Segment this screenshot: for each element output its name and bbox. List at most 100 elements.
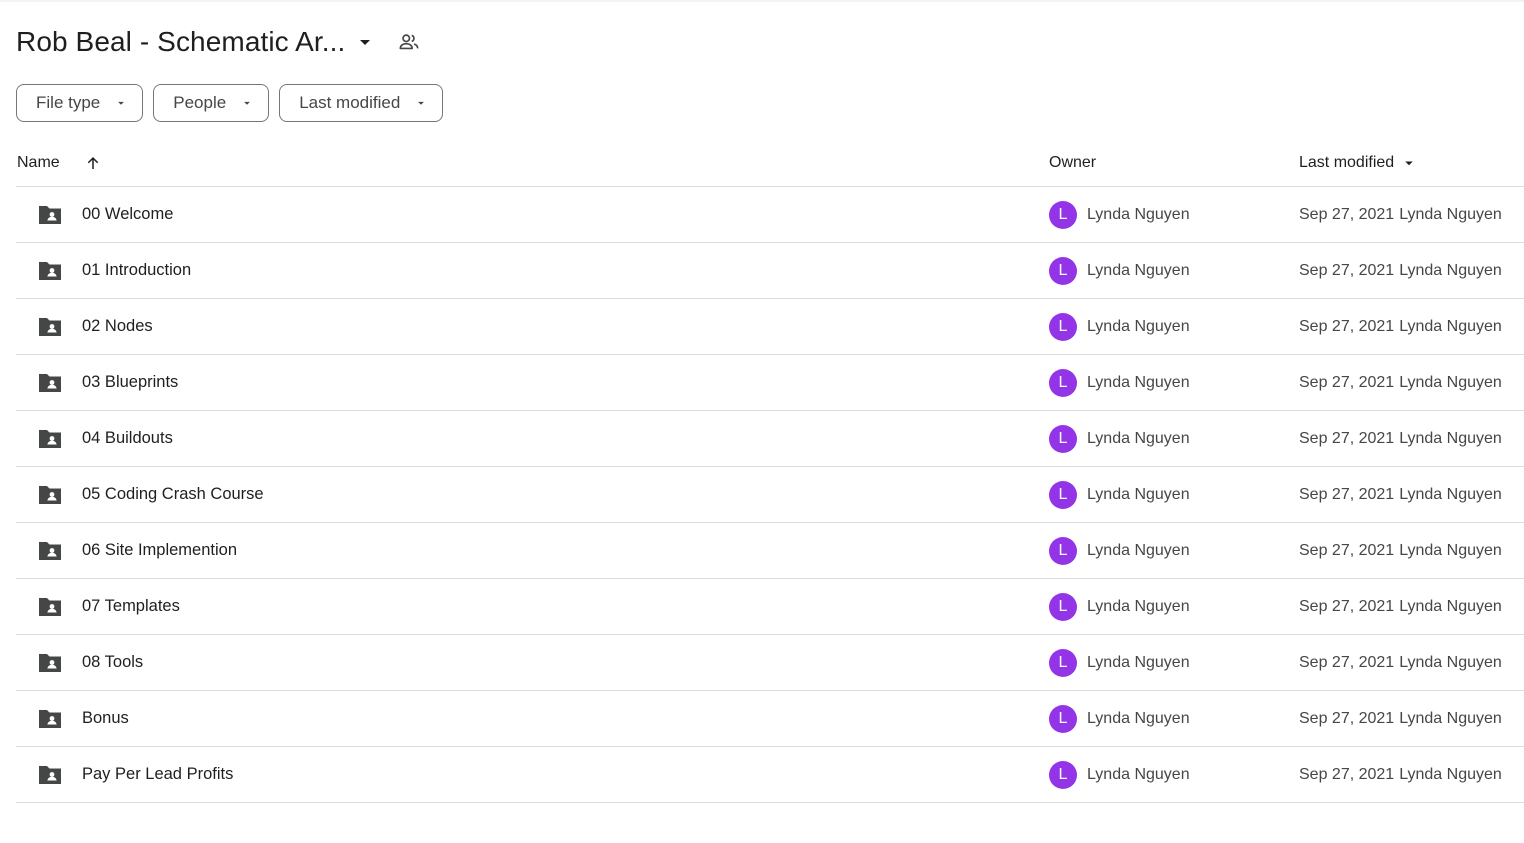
name-cell: 05 Coding Crash Course	[16, 484, 1048, 506]
last-modified-cell: Sep 27, 2021 Lynda Nguyen	[1298, 430, 1502, 448]
table-body: 00 Welcome L Lynda Nguyen Sep 27, 2021 Ly…	[16, 187, 1524, 803]
modified-by: Lynda Nguyen	[1399, 317, 1502, 335]
file-type-filter[interactable]: File type	[16, 84, 144, 122]
owner-cell: L Lynda Nguyen	[1048, 760, 1298, 789]
owner-cell: L Lynda Nguyen	[1048, 648, 1298, 677]
owner-cell: L Lynda Nguyen	[1048, 480, 1298, 509]
people-icon[interactable]	[397, 30, 421, 54]
people-filter-label: People	[173, 93, 227, 112]
modified-date: Sep 27, 2021	[1299, 485, 1395, 503]
owner-name: Lynda Nguyen	[1087, 317, 1190, 335]
table-row[interactable]: 06 Site Implemention L Lynda Nguyen Sep …	[16, 523, 1524, 579]
modified-by: Lynda Nguyen	[1399, 597, 1502, 615]
last-modified-filter[interactable]: Last modified	[279, 84, 444, 122]
avatar: L	[1049, 480, 1077, 509]
modified-by: Lynda Nguyen	[1399, 765, 1502, 783]
name-cell: 06 Site Implemention	[16, 540, 1048, 562]
file-type-filter-label: File type	[36, 93, 101, 112]
file-name[interactable]: 02 Nodes	[82, 317, 153, 336]
people-filter[interactable]: People	[153, 84, 270, 122]
last-modified-column-header[interactable]: Last modified	[1298, 154, 1418, 172]
arrow-drop-down-icon	[240, 96, 254, 110]
owner-cell: L Lynda Nguyen	[1048, 256, 1298, 285]
owner-name: Lynda Nguyen	[1087, 485, 1190, 503]
file-name[interactable]: 05 Coding Crash Course	[82, 485, 264, 504]
modified-by: Lynda Nguyen	[1399, 709, 1502, 727]
shared-folder-icon	[37, 652, 63, 674]
name-cell: Pay Per Lead Profits	[16, 764, 1048, 786]
filter-chips: File type People Last modified	[16, 84, 444, 122]
file-name[interactable]: 01 Introduction	[82, 261, 191, 280]
last-modified-cell: Sep 27, 2021 Lynda Nguyen	[1298, 542, 1502, 560]
file-name[interactable]: Bonus	[82, 709, 129, 728]
file-name[interactable]: Pay Per Lead Profits	[82, 765, 233, 784]
modified-by: Lynda Nguyen	[1399, 541, 1502, 559]
table-row[interactable]: 05 Coding Crash Course L Lynda Nguyen Se…	[16, 467, 1524, 523]
arrow-upward-icon[interactable]	[84, 154, 102, 172]
shared-folder-icon	[37, 596, 63, 618]
table-row[interactable]: 07 Templates L Lynda Nguyen Sep 27, 2021…	[16, 579, 1524, 635]
last-modified-cell: Sep 27, 2021 Lynda Nguyen	[1298, 206, 1502, 224]
owner-name: Lynda Nguyen	[1087, 373, 1190, 391]
last-modified-cell: Sep 27, 2021 Lynda Nguyen	[1298, 598, 1502, 616]
table-row[interactable]: Bonus L Lynda Nguyen Sep 27, 2021 Lynda N…	[16, 691, 1524, 747]
table-row[interactable]: Pay Per Lead Profits L Lynda Nguyen Sep …	[16, 747, 1524, 803]
modified-date: Sep 27, 2021	[1299, 709, 1395, 727]
shared-folder-icon	[37, 372, 63, 394]
owner-name: Lynda Nguyen	[1087, 597, 1190, 615]
file-name[interactable]: 00 Welcome	[82, 205, 173, 224]
avatar: L	[1049, 648, 1077, 677]
avatar: L	[1049, 592, 1077, 621]
file-name[interactable]: 03 Blueprints	[82, 373, 178, 392]
table-row[interactable]: 04 Buildouts L Lynda Nguyen Sep 27, 2021…	[16, 411, 1524, 467]
name-cell: 07 Templates	[16, 596, 1048, 618]
folder-title[interactable]: Rob Beal - Schematic Ar...	[16, 26, 345, 58]
shared-folder-icon	[37, 260, 63, 282]
table-row[interactable]: 00 Welcome L Lynda Nguyen Sep 27, 2021 Ly…	[16, 187, 1524, 243]
avatar: L	[1049, 368, 1077, 397]
avatar: L	[1049, 256, 1077, 285]
shared-folder-icon	[37, 484, 63, 506]
modified-date: Sep 27, 2021	[1299, 541, 1395, 559]
file-name[interactable]: 06 Site Implemention	[82, 541, 237, 560]
shared-folder-icon	[37, 708, 63, 730]
owner-cell: L Lynda Nguyen	[1048, 312, 1298, 341]
shared-folder-icon	[37, 764, 63, 786]
avatar: L	[1049, 200, 1077, 229]
modified-by: Lynda Nguyen	[1399, 373, 1502, 391]
folder-header: Rob Beal - Schematic Ar...	[16, 24, 421, 60]
last-modified-cell: Sep 27, 2021 Lynda Nguyen	[1298, 654, 1502, 672]
table-row[interactable]: 03 Blueprints L Lynda Nguyen Sep 27, 202…	[16, 355, 1524, 411]
modified-date: Sep 27, 2021	[1299, 429, 1395, 447]
modified-date: Sep 27, 2021	[1299, 373, 1395, 391]
modified-by: Lynda Nguyen	[1399, 205, 1502, 223]
table-row[interactable]: 02 Nodes L Lynda Nguyen Sep 27, 2021 Lynd…	[16, 299, 1524, 355]
modified-by: Lynda Nguyen	[1399, 261, 1502, 279]
table-row[interactable]: 01 Introduction L Lynda Nguyen Sep 27, 2…	[16, 243, 1524, 299]
modified-date: Sep 27, 2021	[1299, 765, 1395, 783]
owner-cell: L Lynda Nguyen	[1048, 200, 1298, 229]
owner-column-header: Owner	[1048, 154, 1298, 172]
last-modified-cell: Sep 27, 2021 Lynda Nguyen	[1298, 486, 1502, 504]
owner-name: Lynda Nguyen	[1087, 541, 1190, 559]
owner-cell: L Lynda Nguyen	[1048, 592, 1298, 621]
file-name[interactable]: 04 Buildouts	[82, 429, 173, 448]
avatar: L	[1049, 760, 1077, 789]
file-name[interactable]: 07 Templates	[82, 597, 180, 616]
file-name[interactable]: 08 Tools	[82, 653, 143, 672]
avatar: L	[1049, 424, 1077, 453]
owner-name: Lynda Nguyen	[1087, 765, 1190, 783]
arrow-drop-down-icon[interactable]	[353, 30, 377, 54]
owner-cell: L Lynda Nguyen	[1048, 704, 1298, 733]
arrow-drop-down-icon	[1400, 154, 1418, 172]
shared-folder-icon	[37, 428, 63, 450]
table-row[interactable]: 08 Tools L Lynda Nguyen Sep 27, 2021 Lynd…	[16, 635, 1524, 691]
name-cell: 04 Buildouts	[16, 428, 1048, 450]
last-modified-cell: Sep 27, 2021 Lynda Nguyen	[1298, 318, 1502, 336]
last-modified-cell: Sep 27, 2021 Lynda Nguyen	[1298, 374, 1502, 392]
name-cell: 08 Tools	[16, 652, 1048, 674]
owner-name: Lynda Nguyen	[1087, 205, 1190, 223]
name-column-header[interactable]: Name	[16, 154, 1048, 172]
avatar: L	[1049, 704, 1077, 733]
owner-name: Lynda Nguyen	[1087, 709, 1190, 727]
